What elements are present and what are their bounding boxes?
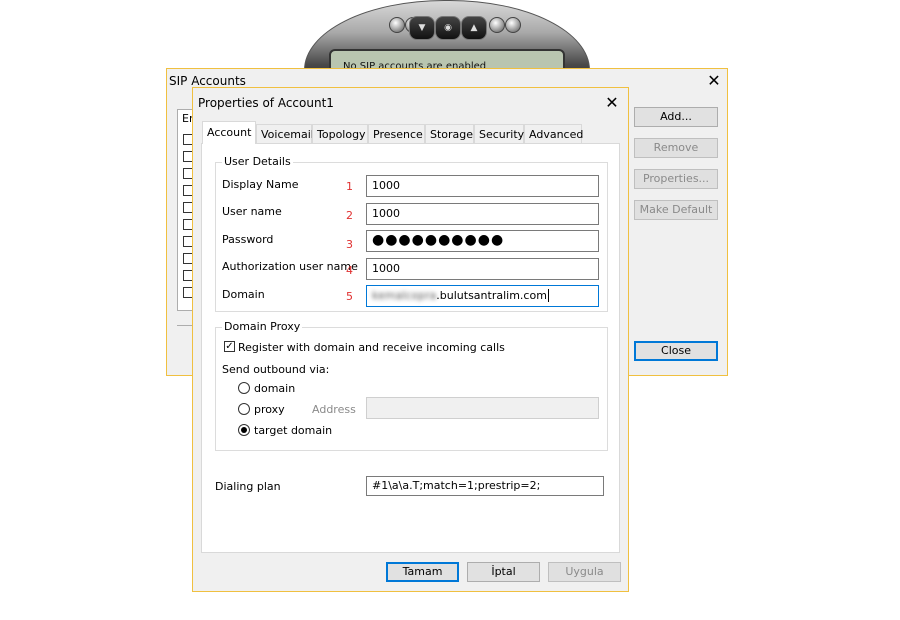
- register-checkbox[interactable]: ✓: [224, 341, 235, 352]
- add-account-button[interactable]: Add...: [634, 107, 718, 127]
- tab-presence[interactable]: Presence: [368, 124, 425, 143]
- account-properties-button[interactable]: Properties...: [634, 169, 718, 189]
- register-label: Register with domain and receive incomin…: [238, 341, 505, 354]
- display-name-field[interactable]: 1000: [366, 175, 599, 197]
- radio-proxy[interactable]: [238, 403, 250, 415]
- ok-button[interactable]: Tamam: [386, 562, 459, 582]
- domain-blurred-prefix: kemalcopra: [372, 289, 437, 302]
- sip-accounts-title: SIP Accounts: [169, 74, 246, 88]
- remove-account-button[interactable]: Remove: [634, 138, 718, 158]
- close-icon[interactable]: ✕: [707, 73, 721, 89]
- close-icon[interactable]: ✕: [605, 95, 619, 111]
- domain-field[interactable]: kemalcopra.bulutsantralim.com: [366, 285, 599, 307]
- authorization-user-name-field[interactable]: 1000: [366, 258, 599, 280]
- password-field[interactable]: ●●●●●●●●●●: [366, 230, 599, 252]
- phone-led-icon: [389, 17, 405, 33]
- send-outbound-label: Send outbound via:: [222, 363, 330, 376]
- radio-domain[interactable]: [238, 382, 250, 394]
- dialing-plan-field[interactable]: #1\a\a.T;match=1;prestrip=2;: [366, 476, 604, 496]
- text-cursor: [547, 289, 549, 302]
- make-default-button[interactable]: Make Default: [634, 200, 718, 220]
- phone-led-icon: [505, 17, 521, 33]
- dialing-plan-label: Dialing plan: [215, 480, 281, 493]
- domain-suffix: .bulutsantralim.com: [436, 289, 547, 302]
- field-number-5: 5: [346, 290, 353, 303]
- phone-led-icon: [489, 17, 505, 33]
- apply-button[interactable]: Uygula: [548, 562, 621, 582]
- dialog-title: Properties of Account1: [198, 96, 334, 110]
- display-name-label: Display Name: [222, 178, 299, 191]
- phone-down-button[interactable]: ▼: [409, 16, 435, 40]
- field-number-2: 2: [346, 209, 353, 222]
- radio-target-domain[interactable]: [238, 424, 250, 436]
- tab-storage[interactable]: Storage: [425, 124, 474, 143]
- authorization-user-name-label: Authorization user name: [222, 260, 358, 273]
- phone-up-button[interactable]: ▲: [461, 16, 487, 40]
- user-name-label: User name: [222, 205, 282, 218]
- radio-proxy-label: proxy: [254, 403, 285, 416]
- user-details-legend: User Details: [222, 155, 293, 168]
- tab-security[interactable]: Security: [474, 124, 524, 143]
- address-label: Address: [312, 403, 356, 416]
- tab-advanced[interactable]: Advanced: [524, 124, 583, 143]
- cancel-button[interactable]: İptal: [467, 562, 540, 582]
- tab-voicemail[interactable]: Voicemail: [256, 124, 314, 143]
- proxy-address-field[interactable]: [366, 397, 599, 419]
- close-button[interactable]: Close: [634, 341, 718, 361]
- field-number-3: 3: [346, 238, 353, 251]
- radio-target-domain-label: target domain: [254, 424, 333, 437]
- field-number-4: 4: [346, 264, 353, 277]
- phone-action-button[interactable]: ◉: [435, 16, 461, 40]
- radio-domain-label: domain: [254, 382, 296, 395]
- user-name-field[interactable]: 1000: [366, 203, 599, 225]
- password-label: Password: [222, 233, 274, 246]
- tab-account[interactable]: Account: [202, 121, 256, 144]
- domain-label: Domain: [222, 288, 265, 301]
- domain-proxy-legend: Domain Proxy: [222, 320, 303, 333]
- field-number-1: 1: [346, 180, 353, 193]
- tab-topology[interactable]: Topology: [312, 124, 368, 143]
